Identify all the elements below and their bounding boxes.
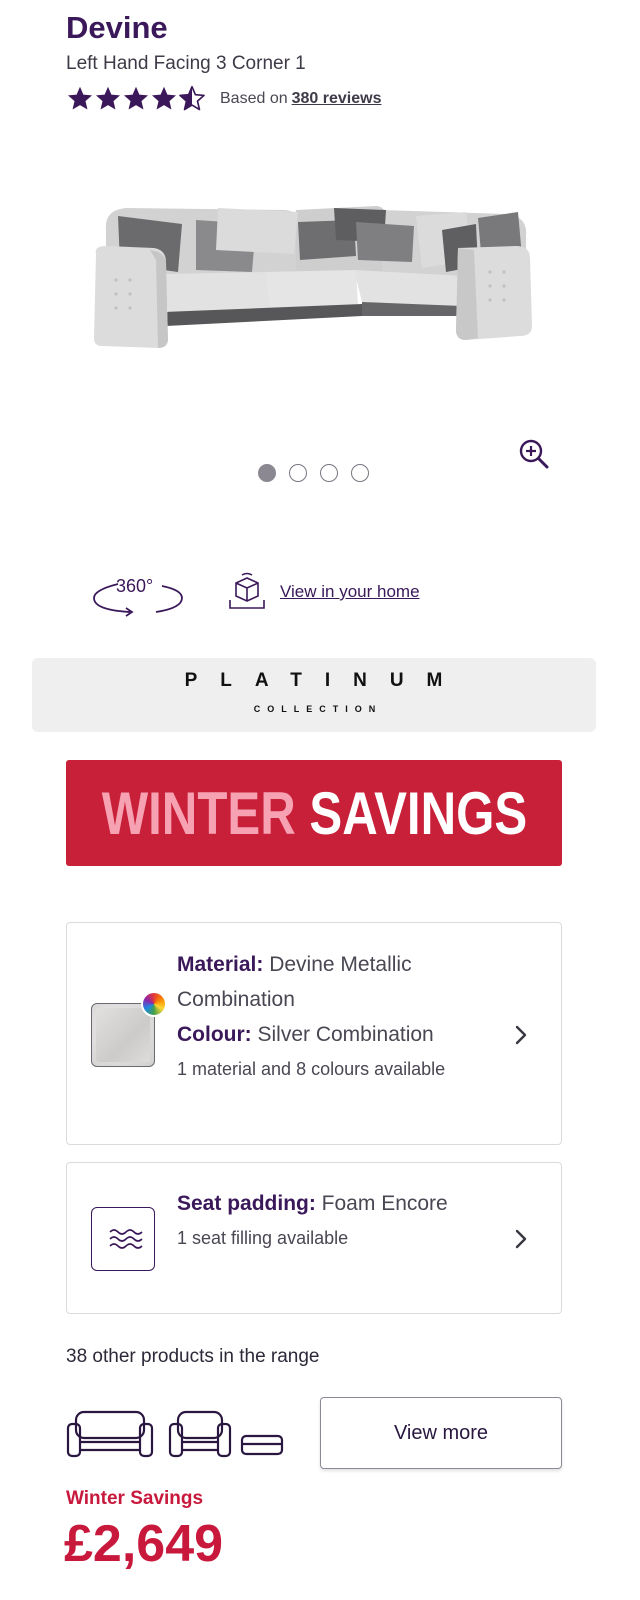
seat-padding-label: Seat padding: — [177, 1192, 316, 1215]
star-icon — [95, 86, 121, 110]
carousel-dots — [258, 464, 369, 482]
chevron-right-icon — [515, 1025, 527, 1045]
chevron-right-icon — [515, 1229, 527, 1249]
seat-padding-selector[interactable]: Seat padding: Foam Encore 1 seat filling… — [66, 1162, 562, 1314]
product-subtitle: Left Hand Facing 3 Corner 1 — [66, 53, 306, 74]
sofa-icon — [66, 1410, 154, 1458]
ar-cube-icon — [229, 572, 265, 609]
material-availability: 1 material and 8 colours available — [177, 1059, 446, 1079]
platinum-collection-banner: PLATINUM COLLECTION — [32, 658, 596, 732]
corner-sofa-image[interactable] — [86, 190, 546, 370]
star-icon — [67, 86, 93, 110]
carousel-dot[interactable] — [320, 464, 338, 482]
rotate-360-icon: 360° — [93, 576, 183, 617]
star-rating — [66, 85, 206, 113]
material-details: Material: Devine Metallic Combination Co… — [177, 947, 497, 1087]
winter-word: WINTER — [101, 779, 296, 847]
carousel-dot[interactable] — [289, 464, 307, 482]
carousel-dot[interactable] — [351, 464, 369, 482]
half-star-icon — [179, 85, 205, 111]
footstool-icon — [240, 1434, 284, 1456]
colour-label: Colour: — [177, 1023, 252, 1046]
winter-savings-text: WINTER SAVINGS — [101, 779, 527, 848]
star-icon — [151, 86, 177, 110]
range-count-text: 38 other products in the range — [66, 1346, 320, 1367]
platinum-subtitle: COLLECTION — [253, 704, 383, 714]
carousel-dot[interactable] — [258, 464, 276, 482]
seat-padding-value: Foam Encore — [315, 1192, 448, 1215]
colour-wheel-icon — [141, 991, 167, 1017]
winter-savings-banner[interactable]: WINTER SAVINGS — [66, 760, 562, 866]
material-label: Material: — [177, 953, 264, 976]
price-promo-label: Winter Savings — [66, 1488, 204, 1509]
platinum-title: PLATINUM — [184, 670, 466, 691]
seat-padding-details: Seat padding: Foam Encore 1 seat filling… — [177, 1186, 497, 1256]
price-value: £2,649 — [64, 1515, 224, 1573]
product-header: Devine Left Hand Facing 3 Corner 1 Based… — [66, 10, 586, 113]
seat-filling-availability: 1 seat filling available — [177, 1228, 349, 1248]
armchair-icon — [168, 1410, 232, 1458]
zoom-in-icon[interactable] — [516, 436, 552, 472]
rating-row: Based on 380 reviews — [66, 85, 586, 113]
view-more-button[interactable]: View more — [320, 1397, 562, 1469]
colour-value: Silver Combination — [251, 1023, 434, 1046]
view-in-home-link[interactable]: View in your home — [280, 582, 420, 602]
based-on-label: Based on — [220, 90, 288, 107]
product-title: Devine — [66, 10, 168, 45]
rotate-label: 360° — [116, 576, 153, 596]
reviews-link[interactable]: 380 reviews — [292, 90, 382, 108]
seat-padding-icon — [91, 1207, 155, 1271]
star-icon — [123, 86, 149, 110]
material-colour-selector[interactable]: Material: Devine Metallic Combination Co… — [66, 922, 562, 1145]
savings-word: SAVINGS — [308, 779, 527, 847]
range-icons — [66, 1410, 284, 1458]
view-in-home-button[interactable]: View in your home — [226, 572, 420, 612]
view-360-button[interactable]: 360° — [90, 570, 186, 620]
